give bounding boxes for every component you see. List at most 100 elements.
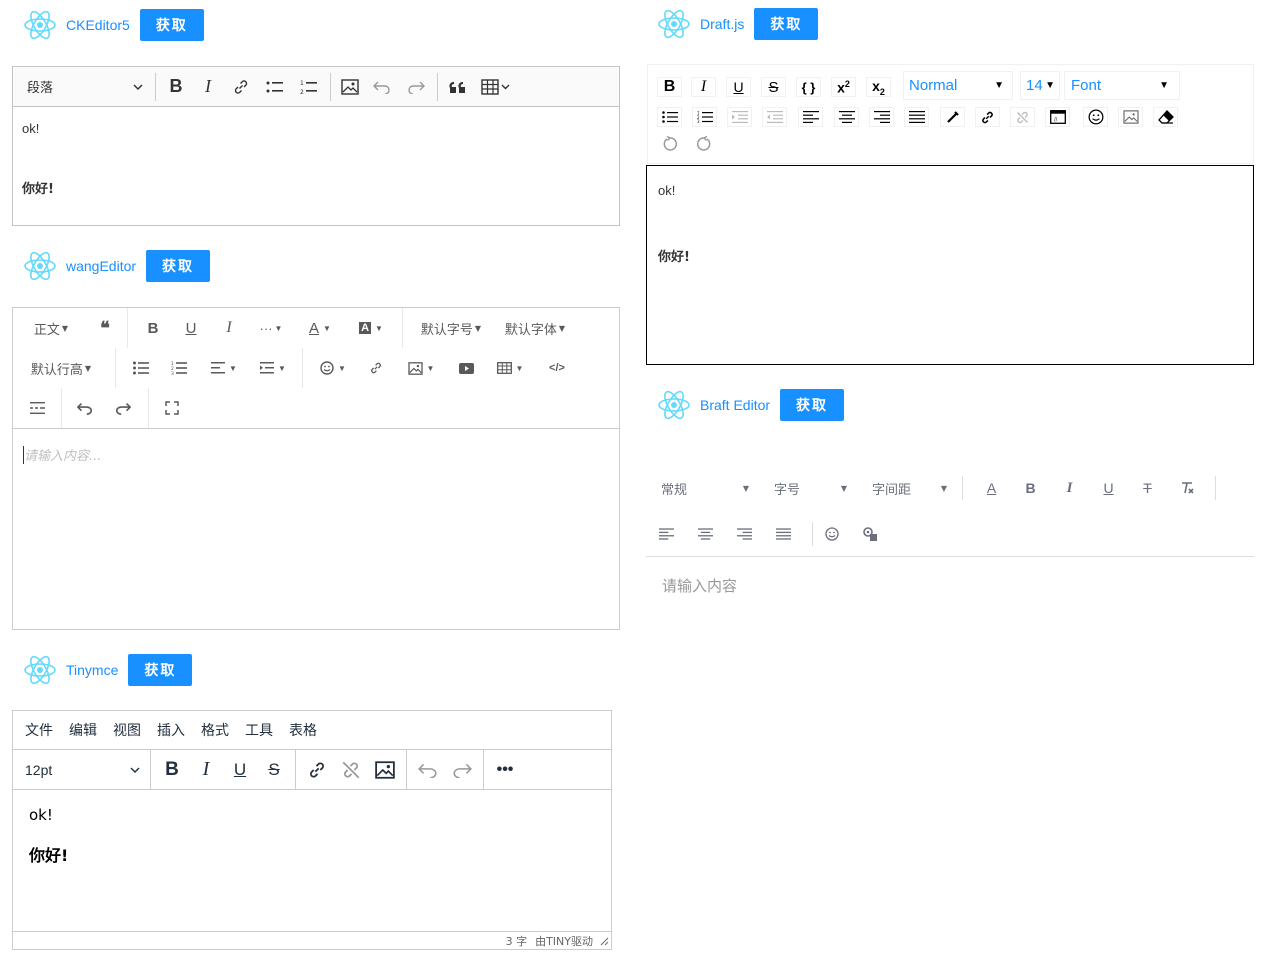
bulleted-list-button[interactable]	[258, 71, 292, 103]
redo-button[interactable]	[108, 401, 138, 415]
italic-button[interactable]: I	[210, 319, 248, 337]
ckeditor-get-button[interactable]: 获取	[139, 9, 204, 41]
draft-get-button[interactable]: 获取	[754, 8, 819, 40]
numbered-list-button[interactable]: 123	[160, 361, 198, 375]
line-height-dropdown[interactable]: 默认行高 ▼	[13, 359, 109, 378]
align-left-button[interactable]	[647, 528, 686, 540]
wang-get-button[interactable]: 获取	[146, 250, 211, 282]
strikethrough-button[interactable]: T	[1128, 480, 1167, 496]
undo-button[interactable]	[62, 401, 108, 415]
strikethrough-button[interactable]: S	[761, 77, 786, 97]
redo-button[interactable]	[691, 134, 716, 154]
undo-button[interactable]	[411, 753, 445, 787]
align-center-button[interactable]	[686, 528, 725, 540]
tiny-get-button[interactable]: 获取	[128, 654, 193, 686]
italic-button[interactable]: I	[192, 71, 224, 103]
insert-video-button[interactable]	[447, 362, 485, 374]
menu-format[interactable]: 格式	[193, 720, 237, 740]
ordered-list-button[interactable]: 123	[692, 107, 717, 127]
undo-button[interactable]	[657, 134, 682, 154]
wang-content[interactable]: 请输入内容...	[13, 429, 619, 481]
monospace-button[interactable]: { }	[796, 77, 821, 97]
subscript-button[interactable]: x2	[866, 77, 891, 97]
paragraph-dropdown[interactable]: 正文 ▼	[13, 319, 89, 338]
font-family-dropdown[interactable]: Font ▼	[1064, 71, 1180, 100]
unlink-button[interactable]	[334, 753, 368, 787]
font-size-dropdown[interactable]: 默认字号 ▼	[409, 319, 493, 338]
font-size-select[interactable]: 12pt	[13, 750, 151, 789]
font-family-dropdown[interactable]: 默认字体 ▼	[493, 319, 577, 338]
link-button[interactable]	[224, 71, 258, 103]
resize-handle-icon[interactable]	[599, 936, 609, 946]
underline-button[interactable]: U	[1089, 480, 1128, 496]
tiny-content[interactable]: ok! 你好!	[13, 790, 611, 931]
block-type-dropdown[interactable]: Normal ▼	[903, 71, 1013, 100]
font-size-dropdown[interactable]: 字号 ▼	[757, 479, 855, 498]
ckeditor-content[interactable]: ok! 你好!	[13, 107, 619, 211]
fullscreen-button[interactable]	[149, 401, 195, 415]
color-picker-button[interactable]	[940, 107, 965, 127]
bold-button[interactable]: B	[657, 77, 682, 97]
image-dropdown[interactable]: ▼	[395, 361, 447, 375]
underline-button[interactable]: U	[172, 320, 210, 337]
underline-button[interactable]: U	[726, 77, 751, 97]
background-color-dropdown[interactable]: A ▼	[346, 322, 396, 334]
embedded-button[interactable]: //	[1045, 107, 1070, 127]
heading-dropdown[interactable]: 段落	[15, 77, 151, 96]
strikethrough-button[interactable]: S	[257, 753, 291, 787]
bold-button[interactable]: B	[160, 71, 192, 103]
align-right-button[interactable]	[869, 107, 894, 127]
unlink-button[interactable]	[1010, 107, 1035, 127]
numbered-list-button[interactable]: 12	[292, 71, 326, 103]
italic-button[interactable]: I	[1050, 480, 1089, 497]
powered-by-link[interactable]: 由TINY驱动	[535, 933, 593, 949]
redo-button[interactable]	[445, 753, 479, 787]
italic-button[interactable]: I	[189, 753, 223, 787]
undo-button[interactable]	[365, 71, 399, 103]
emotion-dropdown[interactable]: ▼	[309, 361, 357, 375]
align-right-button[interactable]	[725, 528, 764, 540]
text-color-button[interactable]: A	[972, 480, 1011, 496]
more-button[interactable]: •••	[488, 753, 522, 787]
table-dropdown[interactable]: ▼	[485, 362, 535, 374]
remove-styles-button[interactable]	[1167, 481, 1206, 495]
letter-spacing-dropdown[interactable]: 字间距 ▼	[855, 479, 953, 498]
align-justify-button[interactable]	[904, 107, 929, 127]
braft-content[interactable]: 请输入内容	[662, 575, 737, 596]
media-button[interactable]	[842, 526, 900, 542]
insert-image-button[interactable]	[335, 71, 365, 103]
menu-edit[interactable]: 编辑	[61, 720, 105, 740]
menu-view[interactable]: 视图	[105, 720, 149, 740]
insert-image-button[interactable]	[368, 753, 402, 787]
indent-dropdown[interactable]: ▼	[250, 362, 296, 374]
code-button[interactable]: </>	[535, 362, 579, 374]
menu-table[interactable]: 表格	[281, 720, 325, 740]
draft-content[interactable]: ok! 你好!	[646, 165, 1254, 365]
underline-button[interactable]: U	[223, 753, 257, 787]
quote-button[interactable]: ❝	[89, 318, 121, 339]
bold-button[interactable]: B	[1011, 480, 1050, 496]
menu-insert[interactable]: 插入	[149, 720, 193, 740]
insert-link-button[interactable]	[357, 361, 395, 375]
menu-tools[interactable]: 工具	[237, 720, 281, 740]
font-size-dropdown[interactable]: 14 ▼	[1020, 71, 1060, 100]
heading-dropdown[interactable]: 常规 ▼	[647, 479, 757, 498]
blockquote-button[interactable]	[442, 71, 474, 103]
align-left-button[interactable]	[798, 107, 823, 127]
unordered-list-button[interactable]	[657, 107, 682, 127]
superscript-button[interactable]: x2	[831, 77, 856, 97]
link-button[interactable]	[975, 107, 1000, 127]
bulleted-list-button[interactable]	[122, 361, 160, 375]
justify-dropdown[interactable]: ▼	[198, 362, 250, 374]
emoji-button[interactable]	[822, 527, 842, 541]
insert-link-button[interactable]	[300, 753, 334, 787]
bold-button[interactable]: B	[134, 320, 172, 337]
italic-button[interactable]: I	[691, 77, 716, 97]
font-color-dropdown[interactable]: A ▼	[294, 320, 346, 337]
split-line-button[interactable]	[13, 402, 61, 414]
remove-styles-button[interactable]	[1153, 107, 1178, 127]
outdent-button[interactable]	[762, 107, 787, 127]
braft-get-button[interactable]: 获取	[780, 389, 845, 421]
menu-file[interactable]: 文件	[17, 720, 61, 740]
emoji-button[interactable]	[1083, 107, 1108, 127]
